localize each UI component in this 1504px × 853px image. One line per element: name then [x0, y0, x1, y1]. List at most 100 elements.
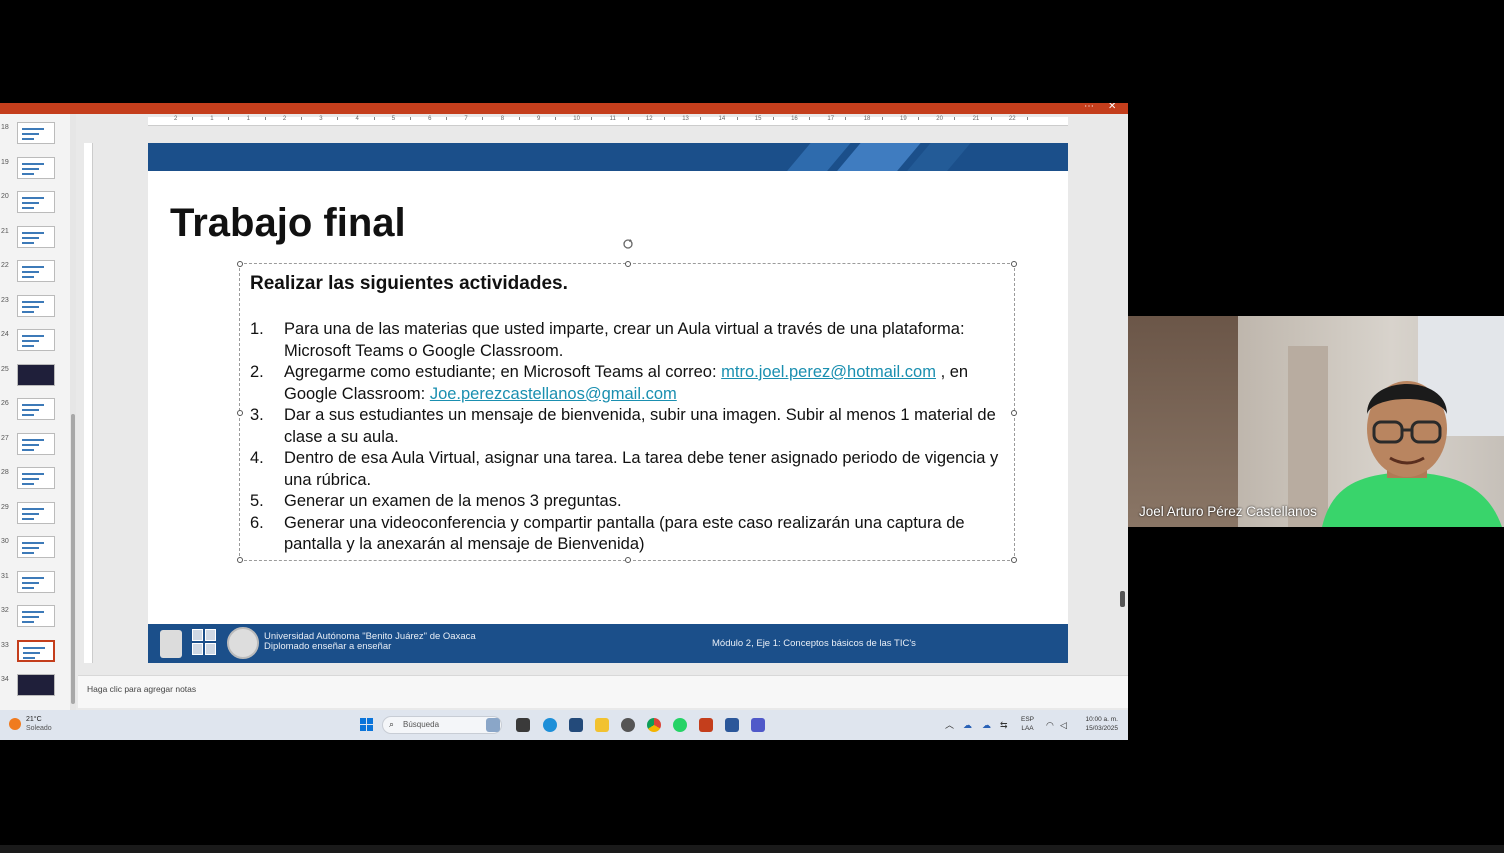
university-crest-logo	[160, 630, 182, 658]
slide-thumbnail[interactable]	[17, 674, 55, 696]
wifi-icon[interactable]: ◠	[1046, 720, 1054, 731]
slide-thumbnail[interactable]	[17, 156, 55, 179]
edge-icon[interactable]	[543, 718, 557, 732]
thumbnail-content-line	[22, 581, 39, 584]
ruler-tick	[591, 117, 593, 120]
file-explorer-icon[interactable]	[516, 718, 530, 732]
slide-thumbnail[interactable]	[17, 501, 55, 524]
slide-thumbnail[interactable]	[17, 191, 55, 213]
onedrive-personal-icon[interactable]: ☁	[982, 720, 991, 731]
slide-thumbnail[interactable]	[17, 329, 55, 351]
more-options-icon[interactable]: ⋯	[1084, 103, 1094, 112]
thumbnail-content-line	[22, 197, 44, 199]
slide-canvas[interactable]: Trabajo final Realizar las siguientes ac…	[148, 143, 1068, 663]
slide-footer-band: Universidad Autónoma "Benito Juárez" de …	[148, 624, 1068, 663]
selected-text-box[interactable]: Realizar las siguientes actividades. 1. P…	[237, 261, 1017, 563]
rotate-handle-icon[interactable]	[622, 237, 634, 249]
slide-thumbnail-number: 25	[1, 365, 9, 373]
slide-thumbnail-number: 19	[1, 158, 9, 166]
slide-thumbnail-number: 30	[1, 538, 9, 545]
ruler-tick-label: 20	[936, 116, 943, 122]
slide-scrollbar-thumb[interactable]	[1120, 591, 1125, 607]
weather-description[interactable]: Soleado	[26, 725, 52, 732]
store-icon[interactable]	[569, 718, 583, 732]
thumbnail-content-line	[22, 345, 34, 347]
email-link-hotmail[interactable]: mtro.joel.perez@hotmail.com	[721, 363, 936, 381]
notes-placeholder[interactable]: Haga clic para agregar notas	[87, 684, 196, 694]
thumbnail-scrollbar[interactable]	[70, 114, 76, 710]
powerpoint-icon[interactable]	[699, 718, 713, 732]
resize-handle[interactable]	[237, 410, 243, 416]
slide-thumbnail-number: 18	[1, 124, 9, 131]
chrome-icon[interactable]	[647, 718, 661, 732]
activities-heading: Realizar las siguientes actividades.	[250, 273, 568, 294]
horizontal-ruler: 2 1 1 2 3 4 5 6 7 8 9 10 11 12 13 14 15 16 17 18 19 20 21 22	[148, 116, 1068, 126]
slide-thumbnail[interactable]	[17, 225, 55, 248]
search-icon: ⌕	[389, 719, 395, 729]
resize-handle[interactable]	[1011, 410, 1017, 416]
ruler-tick	[518, 117, 520, 120]
thumbnail-content-line	[22, 340, 39, 342]
thumbnail-content-line	[22, 611, 44, 613]
ruler-tick-label: 3	[319, 116, 323, 122]
word-icon[interactable]	[725, 718, 739, 732]
slide-title[interactable]: Trabajo final	[170, 201, 406, 246]
chevron-up-icon[interactable]: ︿	[945, 718, 954, 731]
weather-icon[interactable]	[9, 718, 21, 730]
system-clock[interactable]: 10:00 a. m. 15/03/2025	[1078, 715, 1118, 733]
slide-thumbnail[interactable]	[17, 639, 55, 662]
thumbnail-content-line	[22, 305, 39, 308]
list-item: 4. Dentro de esa Aula Virtual, asignar un…	[250, 449, 999, 489]
slide-header-band	[148, 143, 1068, 171]
thumbnail-content-line	[22, 202, 39, 204]
slide-thumbnail[interactable]	[17, 432, 55, 455]
slide-thumbnail[interactable]	[17, 294, 55, 317]
slide-thumbnail[interactable]	[17, 467, 55, 489]
resize-handle[interactable]	[625, 557, 631, 563]
slide-thumbnail[interactable]	[17, 605, 55, 627]
network-share-icon[interactable]: ⇆	[1000, 720, 1008, 731]
thumbnail-content-line	[22, 128, 44, 130]
ruler-tick	[373, 117, 375, 120]
language-indicator[interactable]: ESP LAA	[1021, 715, 1034, 733]
folder-icon[interactable]	[595, 718, 609, 732]
notes-pane[interactable]: Haga clic para agregar notas	[78, 675, 1128, 708]
email-link-gmail[interactable]: Joe.perezcastellanos@gmail.com	[430, 385, 677, 403]
resize-handle[interactable]	[625, 261, 631, 267]
resize-handle[interactable]	[1011, 261, 1017, 267]
ruler-tick	[627, 117, 629, 120]
close-icon[interactable]: ✕	[1108, 103, 1116, 112]
resize-handle[interactable]	[237, 261, 243, 267]
search-placeholder: Búsqueda	[403, 720, 440, 729]
slide-thumbnail[interactable]	[17, 398, 55, 420]
thumbnail-content-line	[22, 414, 34, 416]
thumbnail-content-line	[22, 231, 44, 234]
whatsapp-icon[interactable]	[673, 718, 687, 732]
scrollbar-thumb[interactable]	[71, 414, 75, 704]
slide-thumbnail[interactable]	[17, 260, 55, 282]
ruler-tick-label: 8	[500, 116, 505, 122]
volume-icon[interactable]: ◁	[1060, 720, 1067, 731]
teams-icon[interactable]	[751, 718, 765, 732]
weather-temperature[interactable]: 21°C	[26, 716, 42, 723]
resize-handle[interactable]	[1011, 557, 1017, 563]
slide-thumbnail[interactable]	[17, 363, 55, 386]
windows-start-icon[interactable]	[360, 718, 374, 732]
thumbnail-content-line	[22, 276, 34, 278]
slide-thumbnail[interactable]	[17, 536, 55, 558]
slide-thumbnail-pane: 18 19 20 21 22 23 24 25 26 27 28 29 30 31 32 33 34	[0, 114, 70, 710]
ruler-tick	[264, 117, 266, 120]
participant-video-tile[interactable]: Joel Arturo Pérez Castellanos	[1128, 316, 1504, 527]
media-icon[interactable]	[621, 718, 635, 732]
resize-handle[interactable]	[237, 557, 243, 563]
slide-thumbnail[interactable]	[17, 570, 55, 593]
ruler-tick-label: 1	[246, 116, 250, 122]
onedrive-icon[interactable]: ☁	[963, 720, 972, 731]
thumbnail-content-line	[23, 656, 35, 659]
taskbar-search-box[interactable]: ⌕ Búsqueda	[382, 716, 502, 734]
thumbnail-content-line	[22, 266, 44, 268]
slide-thumbnail[interactable]	[17, 122, 55, 144]
widgets-icon[interactable]	[486, 718, 500, 732]
ruler-tick-label: 16	[791, 116, 798, 122]
ruler-tick	[700, 117, 702, 120]
